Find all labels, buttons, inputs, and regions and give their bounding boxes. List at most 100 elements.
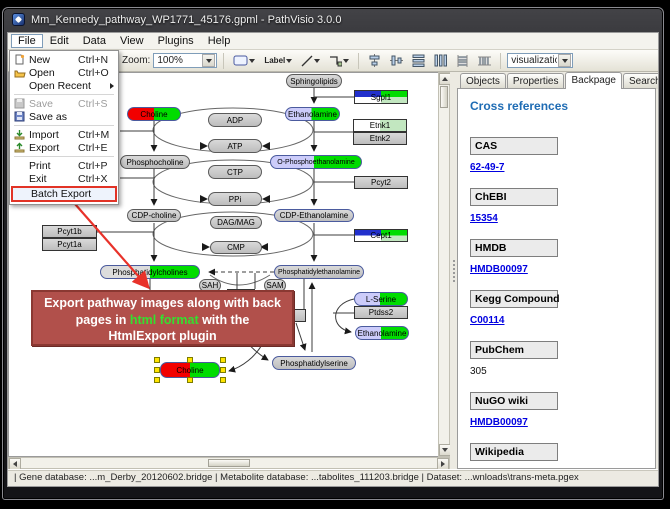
zoom-label: Zoom: [122, 55, 150, 66]
backpage-panel[interactable]: Cross references CAS 62-49-7 ChEBI 15354… [457, 88, 656, 469]
save-icon [14, 98, 29, 109]
menu-data[interactable]: Data [76, 34, 113, 48]
connector-tool-button[interactable] [326, 52, 352, 69]
metabolite-node[interactable]: PPi [208, 192, 262, 206]
common-width-button[interactable] [453, 52, 472, 69]
xref-link[interactable]: C00114 [470, 315, 504, 326]
distribute-rows-icon [412, 54, 425, 67]
gene-node[interactable]: Pcyt2 [354, 176, 408, 189]
file-menu-open-recent[interactable]: Open Recent [11, 79, 117, 92]
distribute-rows-button[interactable] [409, 52, 428, 69]
metabolite-node[interactable]: Sphingolipids [286, 74, 342, 88]
metabolite-node[interactable]: CMP [210, 241, 262, 254]
metabolite-node[interactable]: Phosphocholine [120, 155, 190, 169]
open-folder-icon [14, 68, 29, 78]
file-menu-open[interactable]: Open Ctrl+O [11, 66, 117, 79]
gene-node[interactable]: Pcyt1a [42, 238, 97, 251]
file-menu-exit[interactable]: Exit Ctrl+X [11, 172, 117, 185]
zoom-dropdown-icon[interactable] [202, 54, 215, 67]
gene-node[interactable]: Pcyt1b [42, 225, 97, 238]
menu-separator [14, 156, 114, 157]
gene-node[interactable]: Ptdss2 [354, 306, 408, 319]
menu-help[interactable]: Help [201, 34, 238, 48]
selection-handle[interactable] [220, 367, 226, 373]
selection-handle[interactable] [154, 367, 160, 373]
file-menu-batch-export[interactable]: Batch Export [11, 186, 117, 202]
horizontal-scroll-thumb[interactable] [208, 459, 250, 467]
selection-handle[interactable] [154, 357, 160, 363]
distribute-columns-button[interactable] [431, 52, 450, 69]
xref-source-box: Kegg Compound [470, 290, 558, 308]
selection-handle[interactable] [187, 357, 193, 363]
metabolite-node[interactable]: L-Serine [354, 292, 408, 306]
tab-backpage[interactable]: Backpage [565, 72, 621, 89]
gene-node[interactable]: Sgpl1 [354, 90, 408, 104]
metabolite-node[interactable]: CDP-Ethanolamine [274, 209, 354, 222]
gene-node[interactable]: Cept1 [354, 229, 408, 242]
metabolite-node[interactable]: Ethanolamine [285, 107, 340, 121]
panel-splitter[interactable] [450, 72, 457, 469]
pathvisio-window: Mm_Kennedy_pathway_WP1771_45176.gpml - P… [2, 7, 664, 500]
file-menu-print[interactable]: Print Ctrl+P [11, 159, 117, 172]
metabolite-node[interactable]: Choline [127, 107, 181, 121]
xref-link[interactable]: 15354 [470, 213, 498, 224]
xref-section: PubChem 305 [470, 341, 643, 377]
line-icon [301, 55, 313, 67]
metabolite-node[interactable]: Phosphatidylserine [272, 356, 356, 370]
align-center-x-button[interactable] [365, 52, 384, 69]
selected-metabolite-node[interactable]: Choline [160, 362, 220, 378]
metabolite-node[interactable]: Ethanolamine [355, 326, 409, 340]
gene-tool-button[interactable] [230, 52, 258, 69]
line-tool-button[interactable] [298, 52, 323, 69]
canvas-horizontal-scrollbar[interactable] [8, 457, 450, 469]
menu-file[interactable]: File [11, 34, 43, 48]
export-icon [14, 142, 29, 153]
selection-handle[interactable] [220, 357, 226, 363]
file-menu-new[interactable]: New Ctrl+N [11, 53, 117, 66]
callout-line3: HtmlExport plugin [108, 329, 216, 343]
visualization-combobox[interactable]: visualization [507, 53, 573, 68]
metabolite-node[interactable]: ATP [208, 139, 262, 153]
metabolite-node[interactable]: Phosphatidylcholines [100, 265, 200, 279]
app-icon [12, 13, 25, 26]
common-height-button[interactable] [475, 52, 494, 69]
zoom-combobox[interactable]: 100% [153, 53, 217, 68]
xref-link[interactable]: 62-49-7 [470, 162, 504, 173]
selection-handle[interactable] [220, 377, 226, 383]
menu-edit[interactable]: Edit [43, 34, 76, 48]
metabolite-node[interactable]: O-Phosphoethanolamine [270, 155, 362, 169]
selection-handle[interactable] [187, 377, 193, 383]
title-bar[interactable]: Mm_Kennedy_pathway_WP1771_45176.gpml - P… [3, 8, 663, 31]
file-menu-export[interactable]: Export Ctrl+E [11, 141, 117, 154]
tab-objects[interactable]: Objects [460, 73, 506, 89]
xref-section: Kegg Compound C00114 [470, 290, 643, 326]
canvas-vertical-scrollbar[interactable] [438, 72, 450, 457]
gene-node[interactable]: Etnk1 [353, 119, 407, 132]
visualization-dropdown-icon[interactable] [558, 54, 571, 67]
selection-handle[interactable] [154, 377, 160, 383]
menu-view[interactable]: View [113, 34, 151, 48]
tab-search[interactable]: Search [623, 73, 659, 89]
metabolite-node[interactable]: CDP-choline [127, 209, 181, 222]
visualization-value: visualization [508, 55, 557, 66]
import-icon [14, 129, 29, 140]
side-panel-tabs: Objects Properties Backpage Search Legen… [457, 72, 656, 89]
metabolite-node[interactable]: Phosphatidylethanolamine [274, 265, 364, 279]
window-title: Mm_Kennedy_pathway_WP1771_45176.gpml - P… [31, 14, 341, 26]
vertical-scroll-thumb[interactable] [440, 86, 448, 108]
metabolite-node[interactable]: DAG/MAG [210, 216, 262, 229]
file-menu-import[interactable]: Import Ctrl+M [11, 128, 117, 141]
xref-link[interactable]: HMDB00097 [470, 417, 528, 428]
align-center-y-button[interactable] [387, 52, 406, 69]
metabolite-node[interactable]: CTP [208, 165, 262, 179]
gene-node[interactable]: Etnk2 [353, 132, 407, 145]
label-tool-button[interactable]: Label [261, 52, 295, 69]
annotation-callout: Export pathway images along with back pa… [31, 290, 294, 346]
xref-link[interactable]: HMDB00097 [470, 264, 528, 275]
distribute-columns-icon [434, 54, 447, 67]
metabolite-node[interactable]: ADP [208, 113, 262, 127]
file-menu-save[interactable]: Save Ctrl+S [11, 97, 117, 110]
menu-plugins[interactable]: Plugins [151, 34, 201, 48]
file-menu-save-as[interactable]: Save as [11, 110, 117, 123]
tab-properties[interactable]: Properties [507, 73, 565, 89]
